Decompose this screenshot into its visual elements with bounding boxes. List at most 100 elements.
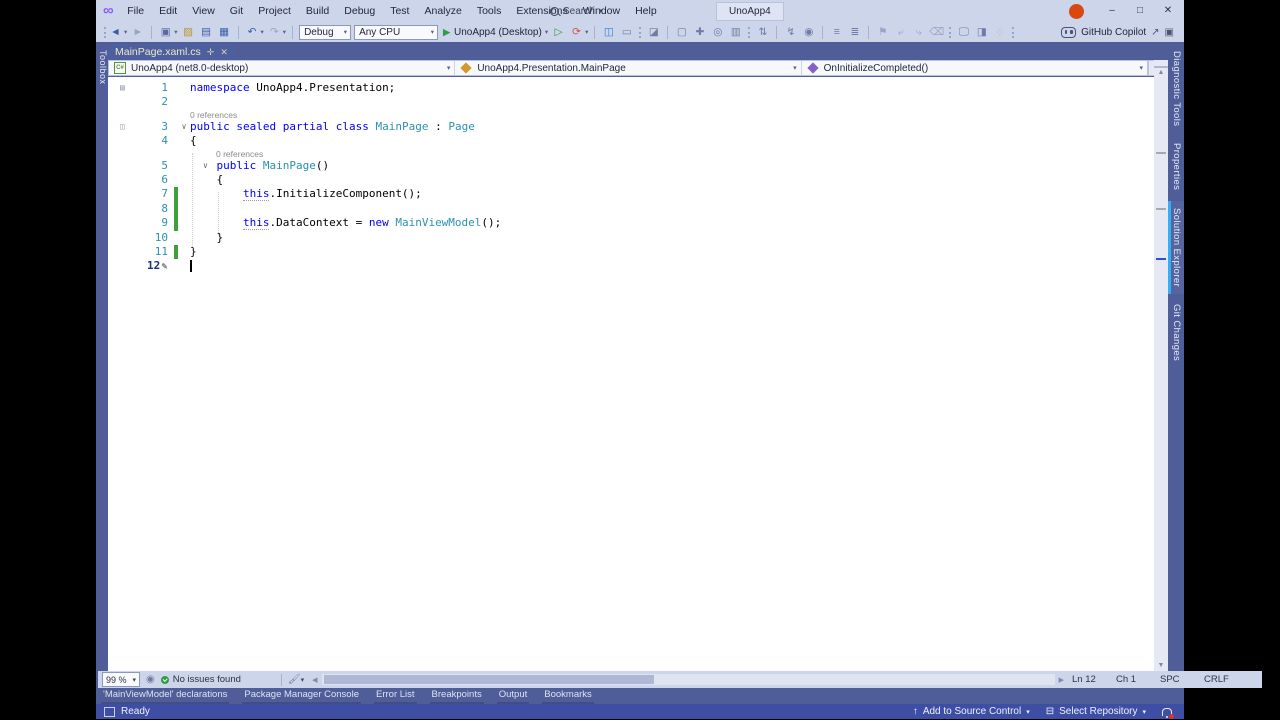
start-debugging-button[interactable]: ▶UnoApp4 (Desktop): [441, 27, 544, 38]
find-in-files-icon[interactable]: ◎: [710, 23, 725, 41]
menu-build[interactable]: Build: [298, 0, 336, 22]
close-tab-icon[interactable]: ✕: [220, 47, 228, 58]
theme-icon[interactable]: ◌: [992, 23, 1007, 41]
code-line[interactable]: ▤1namespace UnoApp4.Presentation;: [108, 81, 1154, 95]
chevron-down-icon[interactable]: ▾: [545, 28, 548, 36]
chevron-down-icon[interactable]: ▾: [174, 28, 177, 36]
notifications-bell-icon[interactable]: [1162, 708, 1172, 716]
device-preview-icon[interactable]: 🖵: [956, 23, 971, 41]
menu-analyze[interactable]: Analyze: [417, 0, 469, 22]
sidetab-diagnostic-tools[interactable]: Diagnostic Tools: [1168, 44, 1184, 133]
panel-tab-output[interactable]: Output: [497, 688, 530, 704]
scroll-up-arrow-icon[interactable]: ▲: [1154, 68, 1168, 78]
menu-edit[interactable]: Edit: [152, 0, 185, 22]
redo-icon[interactable]: ↷: [267, 23, 282, 41]
toolbar-grip[interactable]: [639, 27, 641, 38]
add-reference-icon[interactable]: ✚: [692, 23, 707, 41]
horizontal-scrollbar-thumb[interactable]: [324, 675, 654, 684]
undo-icon[interactable]: ↶: [245, 23, 260, 41]
github-copilot-icon[interactable]: [1061, 27, 1076, 38]
scrollbar-split-handle[interactable]: [1154, 60, 1168, 68]
toggle-designer-icon[interactable]: ◪: [646, 23, 661, 41]
menu-help[interactable]: Help: [628, 0, 665, 22]
properties-window-icon[interactable]: ▥: [728, 23, 743, 41]
live-visual-tree-icon[interactable]: ◫: [601, 23, 616, 41]
start-without-debugging-icon[interactable]: ▷: [551, 23, 566, 41]
toolbar-grip[interactable]: [1012, 27, 1014, 38]
zoom-dropdown[interactable]: 99 % ▾: [102, 672, 140, 687]
code-line[interactable]: 5∨ public MainPage(): [108, 159, 1154, 173]
add-to-source-control-button[interactable]: ↑ Add to Source Control ▾: [913, 706, 1030, 717]
xaml-live-preview-icon[interactable]: ▭: [619, 23, 634, 41]
menu-debug[interactable]: Debug: [337, 0, 383, 22]
toolbox-tab[interactable]: Toolbox: [96, 44, 108, 91]
open-folder-icon[interactable]: ▨: [181, 23, 196, 41]
menu-test[interactable]: Test: [383, 0, 417, 22]
menu-view[interactable]: View: [185, 0, 223, 22]
toolbar-grip[interactable]: [949, 27, 951, 38]
code-line[interactable]: 4{: [108, 134, 1154, 148]
solution-platforms-dropdown[interactable]: Any CPU▾: [354, 25, 438, 40]
chevron-down-icon[interactable]: ▾: [261, 28, 264, 36]
copilot-open-chat-icon[interactable]: ↗: [1151, 27, 1159, 38]
menu-git[interactable]: Git: [222, 0, 250, 22]
code-line[interactable]: 12✎: [108, 259, 1154, 273]
codelens-references-link[interactable]: 0 references: [190, 110, 237, 120]
project-dropdown[interactable]: C# UnoApp4 (net8.0-desktop) ▾: [109, 61, 455, 75]
scroll-left-arrow-icon[interactable]: ◀: [312, 676, 317, 684]
code-line[interactable]: 10 }: [108, 231, 1154, 245]
health-label[interactable]: No issues found: [173, 674, 241, 685]
panel-tab-error-list[interactable]: Error List: [374, 688, 417, 704]
member-dropdown[interactable]: OnInitializeCompleted() ▾: [802, 61, 1147, 75]
new-item-icon[interactable]: ▢: [674, 23, 689, 41]
minimize-button[interactable]: –: [1098, 0, 1126, 22]
panel-tab-bookmarks[interactable]: Bookmarks: [542, 688, 594, 704]
save-all-icon[interactable]: ▦: [217, 23, 232, 41]
pin-tab-icon[interactable]: ✛: [207, 47, 215, 58]
sidetab-git-changes[interactable]: Git Changes: [1168, 297, 1184, 368]
user-avatar[interactable]: [1069, 4, 1084, 19]
code-line[interactable]: 9 this.DataContext = new MainViewModel()…: [108, 216, 1154, 230]
search-box[interactable]: Search ▾: [544, 3, 608, 19]
attach-to-process-icon[interactable]: ↯: [783, 23, 798, 41]
fold-margin[interactable]: ∨: [178, 120, 190, 134]
bookmark-previous-icon[interactable]: ⤶: [893, 23, 908, 41]
sidetab-solution-explorer[interactable]: Solution Explorer: [1168, 201, 1184, 294]
save-icon[interactable]: ▤: [199, 23, 214, 41]
code-line[interactable]: 2: [108, 95, 1154, 109]
codelens-references-link[interactable]: 0 references: [190, 149, 263, 159]
uncomment-selection-icon[interactable]: ≣: [847, 23, 862, 41]
split-view-icon[interactable]: ◨: [974, 23, 989, 41]
toolbar-grip[interactable]: [748, 27, 750, 38]
scroll-right-arrow-icon[interactable]: ▶: [1059, 676, 1064, 684]
bookmark-next-icon[interactable]: ⤷: [911, 23, 926, 41]
bookmark-toggle-icon[interactable]: ⚑: [875, 23, 890, 41]
copilot-label[interactable]: GitHub Copilot: [1081, 27, 1146, 38]
scroll-down-arrow-icon[interactable]: ▼: [1154, 661, 1168, 671]
maximize-button[interactable]: □: [1126, 0, 1154, 22]
hot-reload-icon[interactable]: ⟳: [569, 23, 584, 41]
menu-tools[interactable]: Tools: [469, 0, 509, 22]
chevron-down-icon[interactable]: ▾: [124, 28, 127, 36]
editor-health-icon[interactable]: ◉: [146, 674, 155, 685]
select-repository-button[interactable]: ⊟ Select Repository ▾: [1046, 706, 1146, 717]
breakpoint-window-icon[interactable]: ◉: [801, 23, 816, 41]
sync-with-active-document-icon[interactable]: ⇅: [755, 23, 770, 41]
close-button[interactable]: ✕: [1154, 0, 1182, 22]
code-line[interactable]: 6 {: [108, 173, 1154, 187]
new-project-icon[interactable]: ▣: [158, 23, 173, 41]
menu-file[interactable]: File: [120, 0, 152, 22]
collapse-chevron-icon[interactable]: ∨: [203, 159, 208, 173]
menu-project[interactable]: Project: [251, 0, 299, 22]
tab-mainpage-xaml-cs[interactable]: MainPage.xaml.cs ✛ ✕: [108, 44, 235, 60]
solution-configurations-dropdown[interactable]: Debug▾: [299, 25, 351, 40]
code-line[interactable]: 7 this.InitializeComponent();: [108, 187, 1154, 201]
code-line[interactable]: 11}: [108, 245, 1154, 259]
sidetab-properties[interactable]: Properties: [1168, 136, 1184, 197]
code-line[interactable]: 8: [108, 202, 1154, 216]
navigate-forward-icon[interactable]: ►: [130, 23, 145, 41]
code-editor[interactable]: ▤1namespace UnoApp4.Presentation;20 refe…: [108, 77, 1154, 671]
panel-tab-package-manager-console[interactable]: Package Manager Console: [242, 688, 361, 704]
toolbar-grip[interactable]: [104, 27, 106, 38]
copilot-badge-icon[interactable]: ▣: [1165, 27, 1174, 38]
